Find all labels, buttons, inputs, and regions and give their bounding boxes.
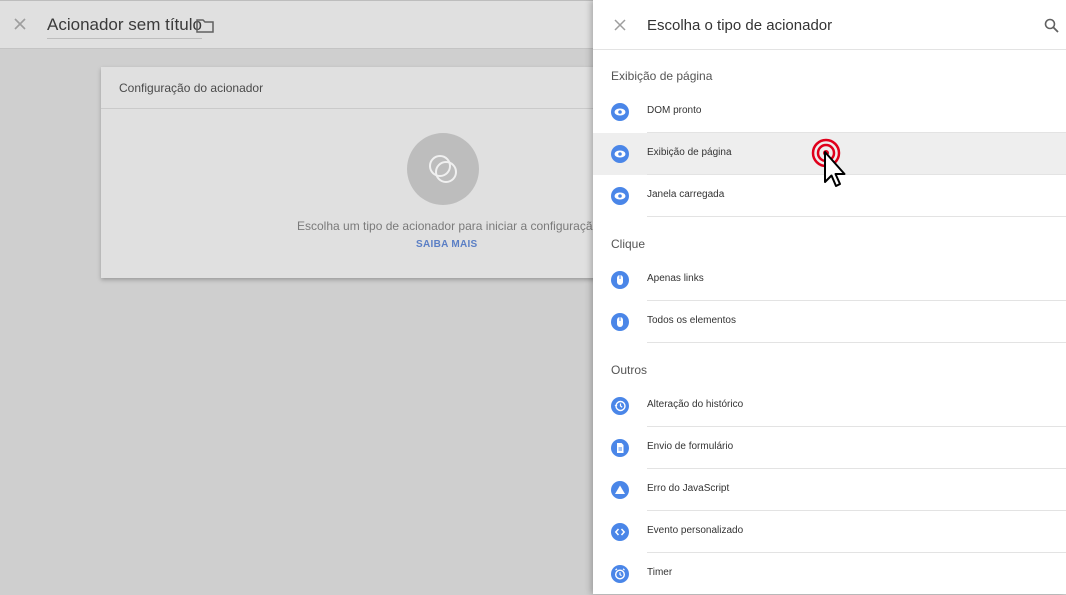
trigger-item-label: Todos os elementos xyxy=(647,315,736,326)
section-others: Outros xyxy=(611,363,648,377)
form-icon xyxy=(611,439,629,457)
eye-icon xyxy=(611,187,629,205)
trigger-item-just-links[interactable]: Apenas links xyxy=(593,259,1066,301)
card-title: Configuração do acionador xyxy=(119,81,264,95)
divider xyxy=(647,216,1066,217)
folder-icon[interactable] xyxy=(196,18,214,33)
trigger-item-label: Alteração do histórico xyxy=(647,399,744,410)
trigger-item-timer[interactable]: Timer xyxy=(593,553,1066,595)
panel-title: Escolha o tipo de acionador xyxy=(647,17,833,34)
trigger-item-label: Envio de formulário xyxy=(647,441,734,452)
timer-icon xyxy=(611,565,629,583)
divider xyxy=(101,108,621,109)
panel-header: Escolha o tipo de acionador xyxy=(593,0,1066,50)
learn-more-link[interactable]: SAIBA MAIS xyxy=(416,239,478,250)
trigger-item-label: Apenas links xyxy=(647,273,704,284)
trigger-item-form-submission[interactable]: Envio de formulário xyxy=(593,427,1066,469)
trigger-item-all-elements[interactable]: Todos os elementos xyxy=(593,301,1066,343)
trigger-item-javascript-error[interactable]: Erro do JavaScript xyxy=(593,469,1066,511)
trigger-item-label: Erro do JavaScript xyxy=(647,483,730,494)
search-icon[interactable] xyxy=(1044,18,1059,33)
trigger-item-window-loaded[interactable]: Janela carregada xyxy=(593,175,1066,217)
trigger-name-field[interactable]: Acionador sem título xyxy=(47,15,202,39)
history-icon xyxy=(611,397,629,415)
trigger-item-label: DOM pronto xyxy=(647,105,702,116)
trigger-item-label: Timer xyxy=(647,567,673,578)
section-page-view: Exibição de página xyxy=(611,69,713,83)
close-icon[interactable] xyxy=(12,16,28,32)
section-click: Clique xyxy=(611,237,646,251)
trigger-type-panel: Escolha o tipo de acionador Exibição de … xyxy=(593,0,1066,594)
mouse-icon xyxy=(611,313,629,331)
trigger-item-label: Exibição de página xyxy=(647,147,732,158)
trigger-configuration-card[interactable]: Configuração do acionador Escolha um tip… xyxy=(101,67,621,278)
eye-icon xyxy=(611,103,629,121)
trigger-item-page-view[interactable]: Exibição de página xyxy=(593,133,1066,175)
divider xyxy=(647,342,1066,343)
configuration-hint: Escolha um tipo de acionador para inicia… xyxy=(297,219,610,233)
trigger-item-dom-ready[interactable]: DOM pronto xyxy=(593,91,1066,133)
warning-triangle-icon xyxy=(611,481,629,499)
trigger-item-label: Evento personalizado xyxy=(647,525,744,536)
trigger-item-custom-event[interactable]: Evento personalizado xyxy=(593,511,1066,553)
close-panel-icon[interactable] xyxy=(613,18,627,32)
mouse-icon xyxy=(611,271,629,289)
trigger-placeholder-icon[interactable] xyxy=(407,133,479,205)
trigger-item-label: Janela carregada xyxy=(647,189,725,200)
eye-icon xyxy=(611,145,629,163)
code-icon xyxy=(611,523,629,541)
trigger-item-history-change[interactable]: Alteração do histórico xyxy=(593,385,1066,427)
